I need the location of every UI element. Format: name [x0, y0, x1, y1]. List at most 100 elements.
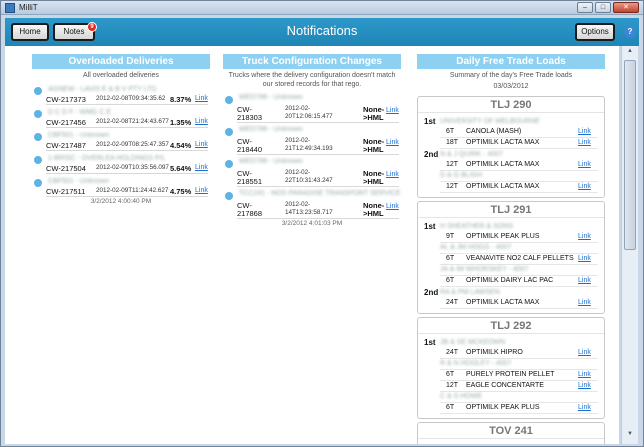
item-link[interactable]: Link	[578, 233, 591, 240]
load-item: AL & JM HOGG - 4007	[418, 244, 604, 254]
truck-config-list: WEO786 - Unknown CW- 218303 2012-02- 20T12:0…	[223, 92, 401, 220]
app-window: MilliT – □ ✕ Home Notes 9 Notifications …	[0, 0, 644, 447]
bullet-icon	[34, 133, 42, 141]
maximize-button[interactable]: □	[595, 2, 611, 13]
item-link[interactable]: Link	[578, 371, 591, 378]
load-item: 9T OPTIMILK PEAK PLUS Link	[418, 233, 604, 243]
divider	[440, 358, 598, 359]
divider	[46, 127, 208, 128]
load-item: 12T EAGLE CONCENTARTE Link	[418, 382, 604, 392]
config-to: >HML	[363, 145, 384, 154]
divider	[440, 148, 598, 149]
delivery-link[interactable]: Link	[195, 141, 208, 148]
overload-percent: 4.54%	[170, 141, 192, 150]
divider	[440, 192, 598, 193]
item-link[interactable]: Link	[578, 299, 591, 306]
delivery-link[interactable]: Link	[386, 203, 399, 210]
delivery-link[interactable]: Link	[195, 95, 208, 102]
divider	[237, 218, 399, 219]
item-quantity: 18T	[446, 139, 459, 146]
item-link[interactable]: Link	[578, 255, 591, 262]
customer-name: D C D F - WMG C.E	[48, 109, 111, 116]
item-product: OPTIMILK PEAK PLUS	[466, 233, 540, 240]
item-quantity: 6T	[446, 371, 455, 378]
vertical-scrollbar[interactable]: ▲ ▼	[621, 46, 638, 444]
customer-name: CBF501 - Unknown	[48, 178, 110, 185]
item-link[interactable]: Link	[578, 139, 591, 146]
list-item: WEO786 - Unknown CW- 218303 2012-02- 20T12:0…	[223, 92, 401, 124]
divider	[440, 170, 598, 171]
minimize-button[interactable]: –	[577, 2, 593, 13]
load-card: TLJ 290 1st UNIVERSITY OF MELBOURNE 6T CANOL…	[417, 96, 605, 198]
item-link[interactable]: Link	[578, 161, 591, 168]
drop-customer: N & J QUIRK - 4007	[440, 151, 504, 158]
app-header: Home Notes 9 Notifications Options ?	[5, 18, 639, 46]
divider	[237, 186, 399, 187]
delivery-time: 2012-02-08T21:24:43.677	[96, 118, 169, 125]
divider	[440, 253, 598, 254]
scroll-up-icon[interactable]: ▲	[625, 48, 635, 58]
overloaded-list: AGNEW - LAVIS E & B V PTY LTD CW-217373 20…	[32, 83, 210, 198]
list-item: 1-BRISC - OVERLEA HOLDINGS P/L CW-217504 2…	[34, 152, 210, 175]
item-product: OPTIMILK LACTA MAX	[466, 183, 540, 190]
load-item: 6T OPTIMILK PEAK PLUS Link	[418, 404, 604, 414]
drop-order: 2nd	[424, 150, 439, 159]
scroll-thumb[interactable]	[624, 60, 636, 250]
delivery-id: CW-217504	[46, 164, 86, 173]
delivery-date: 2012-02-	[285, 201, 311, 208]
item-link[interactable]: Link	[578, 404, 591, 411]
item-link[interactable]: Link	[578, 277, 591, 284]
options-button[interactable]: Options	[575, 23, 615, 41]
load-item: 6T CANOLA (MASH) Link	[418, 128, 604, 138]
overload-percent: 5.64%	[170, 164, 192, 173]
window-controls: – □ ✕	[577, 2, 639, 13]
load-item: 24T OPTIMILK LACTA MAX Link	[418, 299, 604, 309]
delivery-link[interactable]: Link	[195, 118, 208, 125]
delivery-link[interactable]: Link	[386, 171, 399, 178]
delivery-time: 20T12:06:15.477	[285, 113, 333, 120]
bullet-icon	[225, 160, 233, 168]
load-item: JA & IM WHORSKEY - 4007	[418, 266, 604, 276]
truck-config-panel: Truck Configuration Changes Trucks where…	[223, 54, 401, 227]
bullet-icon	[34, 87, 42, 95]
free-trade-panel: Daily Free Trade Loads Summary of the da…	[417, 54, 605, 444]
drop-order: 2nd	[424, 288, 439, 297]
divider	[440, 181, 598, 182]
list-item: WEO786 - Unknown CW- 218440 2012-02- 21T12:4…	[223, 124, 401, 156]
divider	[237, 122, 399, 123]
app-icon	[5, 3, 15, 13]
item-link[interactable]: Link	[578, 183, 591, 190]
scroll-down-icon[interactable]: ▼	[625, 431, 635, 441]
delivery-link[interactable]: Link	[195, 164, 208, 171]
drop-customer: AL & JM HOGG - 4007	[440, 244, 512, 251]
config-to: >HML	[363, 177, 384, 186]
load-item: 12T OPTIMILK LACTA MAX Link	[418, 161, 604, 171]
load-title: TLJ 292	[418, 318, 604, 334]
delivery-time: 2012-02-09T10:35:56.097	[96, 164, 169, 171]
title-bar: MilliT – □ ✕	[1, 1, 643, 15]
item-product: VEANAVITE NO2 CALF PELLETS	[466, 255, 574, 262]
item-link[interactable]: Link	[578, 128, 591, 135]
divider	[440, 286, 598, 287]
customer-name: 1-BRISC - OVERLEA HOLDINGS P/L	[48, 155, 166, 162]
item-quantity: 6T	[446, 128, 455, 135]
item-link[interactable]: Link	[578, 382, 591, 389]
item-quantity: 12T	[446, 161, 459, 168]
delivery-link[interactable]: Link	[195, 187, 208, 194]
item-link[interactable]: Link	[578, 349, 591, 356]
truck-config-title: Truck Configuration Changes	[223, 54, 401, 69]
help-icon[interactable]: ?	[624, 26, 636, 38]
bullet-icon	[34, 110, 42, 118]
load-body: 1st UNIVERSITY OF MELBOURNE 6T CANOLA (MASH…	[418, 113, 604, 197]
load-body	[418, 439, 604, 444]
load-card: TOV 241	[417, 422, 605, 444]
truck-config-subtitle: Trucks where the delivery configuration …	[228, 72, 396, 88]
delivery-link[interactable]: Link	[386, 107, 399, 114]
page-title: Notifications	[286, 23, 358, 38]
delivery-link[interactable]: Link	[386, 139, 399, 146]
delivery-date: 2012-02-	[285, 137, 311, 144]
truck-name: WEO786 - Unknown	[239, 158, 303, 165]
close-button[interactable]: ✕	[613, 2, 639, 13]
item-product: OPTIMILK HIPRO	[466, 349, 523, 356]
config-to: >HML	[363, 209, 384, 218]
